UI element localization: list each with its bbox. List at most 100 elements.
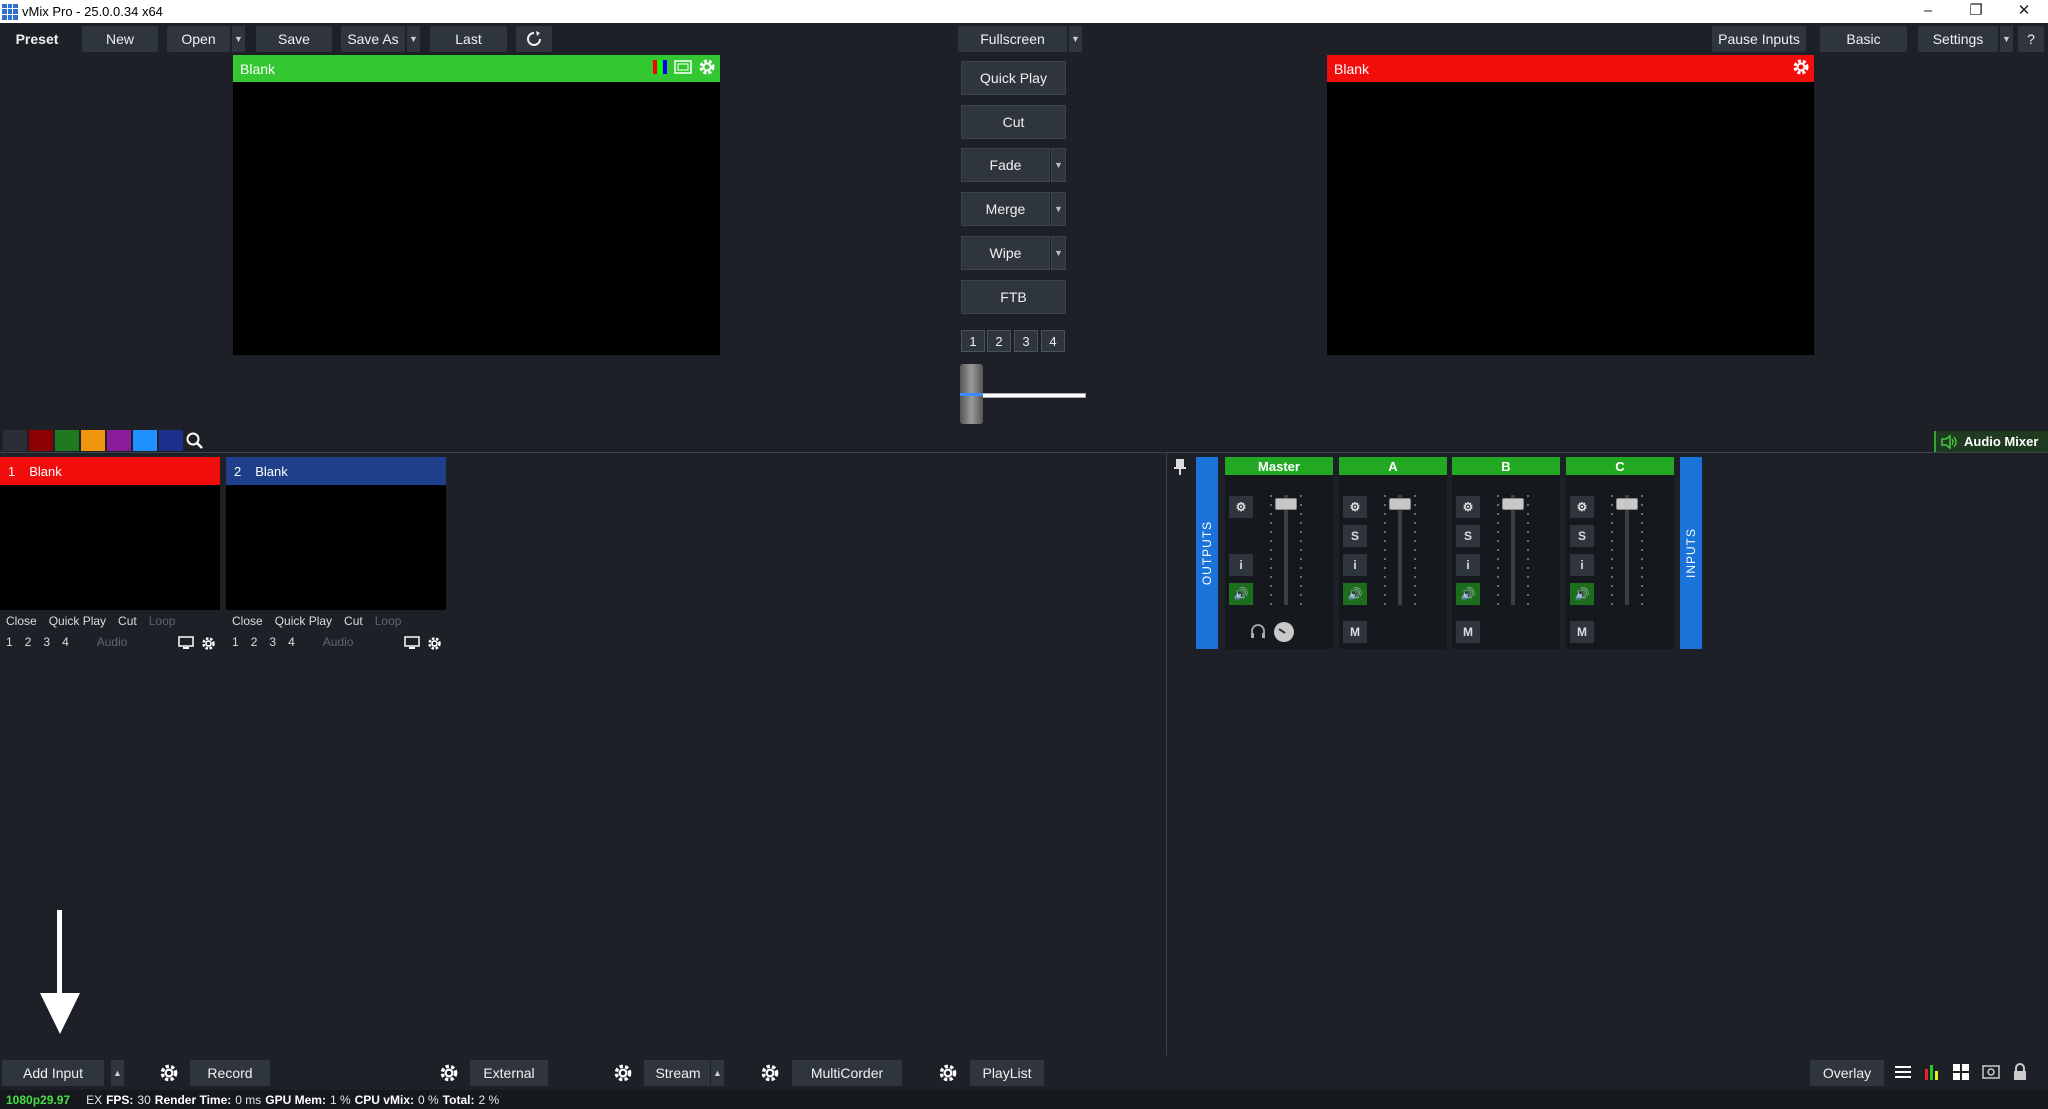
transition-1-button[interactable]: 1 bbox=[961, 330, 985, 352]
input-audio-button[interactable]: Audio bbox=[75, 635, 134, 649]
close-icon[interactable]: ✕ bbox=[2000, 0, 2048, 23]
minimize-icon[interactable]: – bbox=[1904, 0, 1952, 23]
new-button[interactable]: New bbox=[82, 26, 158, 52]
input-loop-button[interactable]: Loop bbox=[369, 614, 408, 628]
settings-dropdown-icon[interactable]: ▼ bbox=[1999, 26, 2013, 52]
transition-4-button[interactable]: 4 bbox=[1041, 330, 1065, 352]
stream-button[interactable]: Stream bbox=[644, 1060, 712, 1086]
swatch-orange[interactable] bbox=[81, 430, 105, 451]
multicorder-settings-gear-icon[interactable] bbox=[755, 1060, 785, 1086]
cut-button[interactable]: Cut bbox=[961, 105, 1066, 139]
mute-button[interactable]: M bbox=[1343, 621, 1367, 643]
input-card-2[interactable]: 2 Blank Close Quick Play Cut Loop 1 2 3 … bbox=[226, 457, 446, 657]
audio-meter-icon[interactable] bbox=[1924, 1063, 1940, 1081]
wipe-button[interactable]: Wipe bbox=[961, 236, 1050, 270]
input-card-1[interactable]: 1 Blank Close Quick Play Cut Loop 1 2 3 … bbox=[0, 457, 220, 657]
playlist-settings-gear-icon[interactable] bbox=[933, 1060, 963, 1086]
info-button[interactable]: i bbox=[1456, 554, 1480, 576]
gear-icon[interactable] bbox=[201, 636, 216, 651]
mute-button[interactable]: M bbox=[1456, 621, 1480, 643]
save-as-dropdown-icon[interactable]: ▼ bbox=[406, 26, 420, 52]
speaker-icon[interactable]: 🔊 bbox=[1229, 583, 1253, 605]
save-as-button[interactable]: Save As bbox=[341, 26, 405, 52]
input-1-header[interactable]: 1 Blank bbox=[0, 457, 220, 485]
record-settings-gear-icon[interactable] bbox=[154, 1060, 184, 1086]
transition-2-button[interactable]: 2 bbox=[987, 330, 1011, 352]
inputs-tab[interactable]: INPUTS bbox=[1680, 457, 1702, 649]
master-info-button[interactable]: i bbox=[1229, 554, 1253, 576]
playlist-button[interactable]: PlayList bbox=[970, 1060, 1044, 1086]
refresh-icon[interactable] bbox=[516, 26, 552, 52]
info-button[interactable]: i bbox=[1343, 554, 1367, 576]
open-dropdown-icon[interactable]: ▼ bbox=[231, 26, 245, 52]
swatch-green[interactable] bbox=[55, 430, 79, 451]
headphone-volume-knob-icon[interactable] bbox=[1273, 621, 1295, 646]
gear-icon[interactable]: ⚙ bbox=[1229, 496, 1253, 518]
record-button[interactable]: Record bbox=[190, 1060, 270, 1086]
lock-icon[interactable] bbox=[2012, 1063, 2028, 1081]
input-loop-button[interactable]: Loop bbox=[143, 614, 182, 628]
gear-icon[interactable] bbox=[427, 636, 442, 651]
preset-button[interactable]: Preset bbox=[2, 26, 72, 52]
merge-dropdown-icon[interactable]: ▼ bbox=[1051, 192, 1066, 226]
stream-dropdown-icon[interactable]: ▲ bbox=[710, 1060, 724, 1086]
preview-monitor[interactable]: Blank bbox=[233, 55, 720, 355]
gear-icon[interactable] bbox=[698, 58, 716, 76]
headphones-icon[interactable] bbox=[1249, 623, 1267, 642]
input-close-button[interactable]: Close bbox=[0, 614, 43, 628]
settings-button[interactable]: Settings bbox=[1918, 26, 1998, 52]
input-overlay-2-button[interactable]: 2 bbox=[19, 635, 38, 649]
solo-button[interactable]: S bbox=[1570, 525, 1594, 547]
bus-fader-knob[interactable] bbox=[1502, 498, 1524, 510]
merge-button[interactable]: Merge bbox=[961, 192, 1050, 226]
output-monitor[interactable]: Blank bbox=[1327, 55, 1814, 355]
input-2-preview[interactable] bbox=[226, 485, 446, 610]
input-overlay-1-button[interactable]: 1 bbox=[0, 635, 19, 649]
grid-view-icon[interactable] bbox=[1952, 1063, 1970, 1081]
t-bar-handle[interactable] bbox=[960, 364, 983, 424]
basic-button[interactable]: Basic bbox=[1820, 26, 1907, 52]
solo-button[interactable]: S bbox=[1456, 525, 1480, 547]
swatch-none[interactable] bbox=[3, 430, 27, 451]
mute-button[interactable]: M bbox=[1570, 621, 1594, 643]
swatch-purple[interactable] bbox=[107, 430, 131, 451]
monitor-icon[interactable] bbox=[178, 636, 194, 650]
resolution-indicator[interactable]: 1080p29.97 bbox=[6, 1093, 70, 1107]
info-button[interactable]: i bbox=[1570, 554, 1594, 576]
input-audio-button[interactable]: Audio bbox=[301, 635, 360, 649]
input-overlay-2-button[interactable]: 2 bbox=[245, 635, 264, 649]
save-button[interactable]: Save bbox=[256, 26, 332, 52]
input-overlay-1-button[interactable]: 1 bbox=[226, 635, 245, 649]
external-settings-gear-icon[interactable] bbox=[434, 1060, 464, 1086]
gear-icon[interactable]: ⚙ bbox=[1343, 496, 1367, 518]
gear-icon[interactable]: ⚙ bbox=[1570, 496, 1594, 518]
open-button[interactable]: Open bbox=[167, 26, 230, 52]
input-2-header[interactable]: 2 Blank bbox=[226, 457, 446, 485]
color-bars-icon[interactable] bbox=[652, 59, 668, 75]
quick-play-button[interactable]: Quick Play bbox=[961, 61, 1066, 95]
speaker-icon[interactable]: 🔊 bbox=[1570, 583, 1594, 605]
fullscreen-button[interactable]: Fullscreen bbox=[958, 26, 1067, 52]
list-view-icon[interactable] bbox=[1894, 1063, 1912, 1081]
bus-fader-knob[interactable] bbox=[1616, 498, 1638, 510]
input-cut-button[interactable]: Cut bbox=[112, 614, 143, 628]
swatch-navy[interactable] bbox=[159, 430, 183, 451]
input-quick-play-button[interactable]: Quick Play bbox=[43, 614, 112, 628]
last-button[interactable]: Last bbox=[430, 26, 507, 52]
display-icon[interactable] bbox=[674, 59, 692, 75]
input-overlay-4-button[interactable]: 4 bbox=[282, 635, 301, 649]
speaker-icon[interactable]: 🔊 bbox=[1343, 583, 1367, 605]
swatch-blue[interactable] bbox=[133, 430, 157, 451]
restore-icon[interactable]: ❐ bbox=[1952, 0, 2000, 23]
screenshot-icon[interactable] bbox=[1982, 1063, 2000, 1081]
multicorder-button[interactable]: MultiCorder bbox=[792, 1060, 902, 1086]
search-icon[interactable] bbox=[184, 431, 206, 451]
ftb-button[interactable]: FTB bbox=[961, 280, 1066, 314]
add-input-button[interactable]: Add Input bbox=[2, 1060, 104, 1086]
swatch-red[interactable] bbox=[29, 430, 53, 451]
help-button[interactable]: ? bbox=[2018, 26, 2044, 52]
pause-inputs-button[interactable]: Pause Inputs bbox=[1712, 26, 1806, 52]
speaker-icon[interactable]: 🔊 bbox=[1456, 583, 1480, 605]
audio-mixer-toggle[interactable]: Audio Mixer bbox=[1934, 431, 2048, 452]
external-button[interactable]: External bbox=[470, 1060, 548, 1086]
